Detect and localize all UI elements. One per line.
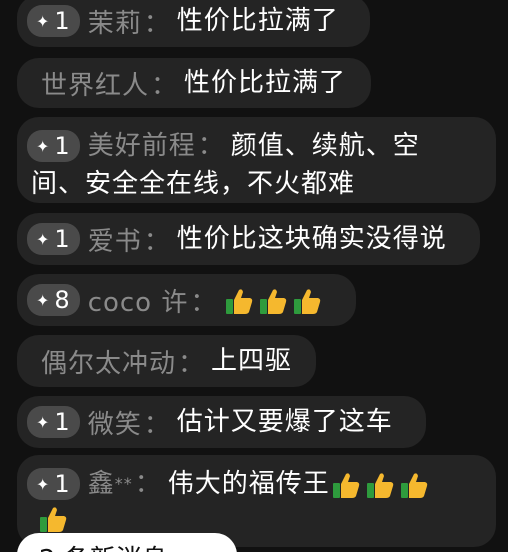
sender-name[interactable]: 茉莉 <box>88 3 142 40</box>
thumbs-up-icon <box>400 472 427 498</box>
chat-message: 世界红人 ： 性价比拉满了 <box>17 58 371 108</box>
separator: ： <box>143 409 171 440</box>
sender-name[interactable]: 鑫** <box>88 465 133 503</box>
separator: ： <box>143 226 171 257</box>
new-messages-button[interactable]: 2 条新消息 ⌄ <box>17 533 237 552</box>
sender-name[interactable]: 世界红人 <box>41 65 149 102</box>
chat-message: ✦ 1 茉莉 ： 性价比拉满了 <box>17 0 370 47</box>
chat-message: ✦ 8 coco 许 ： <box>17 274 356 326</box>
thumbs-up-icon <box>226 288 253 314</box>
sparkle-icon: ✦ <box>36 290 50 310</box>
like-badge[interactable]: ✦ 1 <box>27 130 80 162</box>
sender-name[interactable]: 偶尔太冲动 <box>41 343 176 380</box>
message-text-line1: 颜值、续航、空 <box>230 131 420 161</box>
chat-message: ✦ 1 爱书 ： 性价比这块确实没得说 <box>17 213 480 265</box>
message-text: 性价比拉满了 <box>176 6 339 36</box>
separator: ： <box>151 70 179 101</box>
separator: ： <box>197 131 225 161</box>
chat-message: 偶尔太冲动 ： 上四驱 <box>17 335 316 387</box>
masked-name-suffix: ** <box>114 474 133 493</box>
like-badge[interactable]: ✦ 1 <box>27 223 80 255</box>
sparkle-icon: ✦ <box>36 229 50 249</box>
sparkle-icon: ✦ <box>36 11 50 31</box>
thumbs-up-icon <box>260 288 287 314</box>
sender-name[interactable]: 美好前程 <box>88 127 196 165</box>
chat-message: ✦ 1 美好前程 ： 颜值、续航、空 间、安全全在线，不火都难 <box>17 117 496 203</box>
chat-message: ✦ 1 微笑 ： 估计又要爆了这车 <box>17 396 426 448</box>
like-badge[interactable]: ✦ 8 <box>27 284 80 316</box>
message-text-line2: 间、安全全在线，不火都难 <box>31 169 356 199</box>
thumbs-up-icon <box>294 288 321 314</box>
thumbs-up-icon <box>40 507 67 532</box>
sparkle-icon: ✦ <box>36 474 50 494</box>
sender-name[interactable]: 微笑 <box>88 404 142 441</box>
separator: ： <box>190 287 218 318</box>
message-text: 性价比拉满了 <box>184 68 347 98</box>
message-emoji <box>223 281 325 319</box>
separator: ： <box>143 8 171 39</box>
thumbs-up-icon <box>366 472 393 498</box>
separator: ： <box>134 469 162 499</box>
message-text: 上四驱 <box>211 346 293 376</box>
sender-name[interactable]: coco 许 <box>88 282 189 319</box>
chevron-down-icon: ⌄ <box>177 539 195 552</box>
new-messages-label: 2 条新消息 <box>39 539 168 552</box>
chat-feed: ✦ 1 茉莉 ： 性价比拉满了 世界红人 ： 性价比拉满了 ✦ 1 美好前程 ：… <box>0 0 508 552</box>
message-text: 伟大的福传王 <box>168 465 432 503</box>
message-text: 性价比这块确实没得说 <box>176 224 447 254</box>
sparkle-icon: ✦ <box>36 136 50 156</box>
like-badge[interactable]: ✦ 1 <box>27 5 80 37</box>
separator: ： <box>178 348 206 379</box>
like-badge[interactable]: ✦ 1 <box>27 406 80 438</box>
sparkle-icon: ✦ <box>36 412 50 432</box>
like-badge[interactable]: ✦ 1 <box>27 468 80 500</box>
message-text: 估计又要爆了这车 <box>176 407 393 437</box>
thumbs-up-icon <box>332 472 359 498</box>
sender-name[interactable]: 爱书 <box>88 221 142 258</box>
